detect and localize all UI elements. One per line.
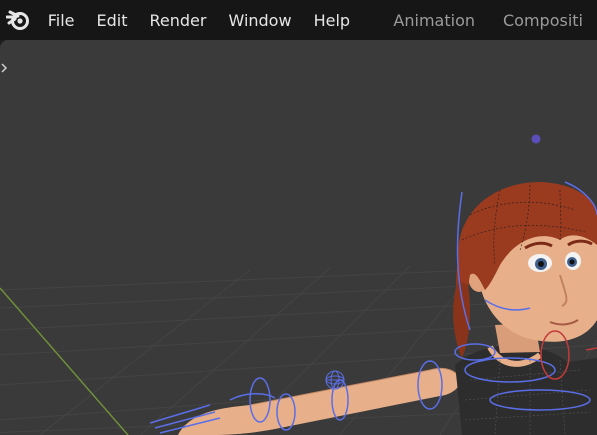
menu-help[interactable]: Help — [303, 0, 361, 40]
menu-file[interactable]: File — [37, 0, 86, 40]
top-menu-bar: File Edit Render Window Help Animation C… — [0, 0, 597, 40]
workspace-tab-animation[interactable]: Animation — [379, 0, 489, 40]
menu-edit[interactable]: Edit — [86, 0, 139, 40]
blender-window: File Edit Render Window Help Animation C… — [0, 0, 597, 435]
workspace-tab-compositing[interactable]: Compositi — [489, 0, 597, 40]
menu-window[interactable]: Window — [217, 0, 302, 40]
rig-head-target[interactable] — [531, 134, 541, 144]
rig-sphere-control[interactable] — [325, 370, 345, 390]
chevron-right-icon[interactable] — [0, 62, 12, 82]
viewport-scene — [0, 134, 597, 435]
menu-render[interactable]: Render — [139, 0, 218, 40]
3d-viewport[interactable] — [0, 40, 597, 435]
y-axis-line — [0, 287, 129, 435]
blender-logo-icon[interactable] — [0, 0, 37, 40]
character-head[interactable] — [453, 182, 597, 358]
